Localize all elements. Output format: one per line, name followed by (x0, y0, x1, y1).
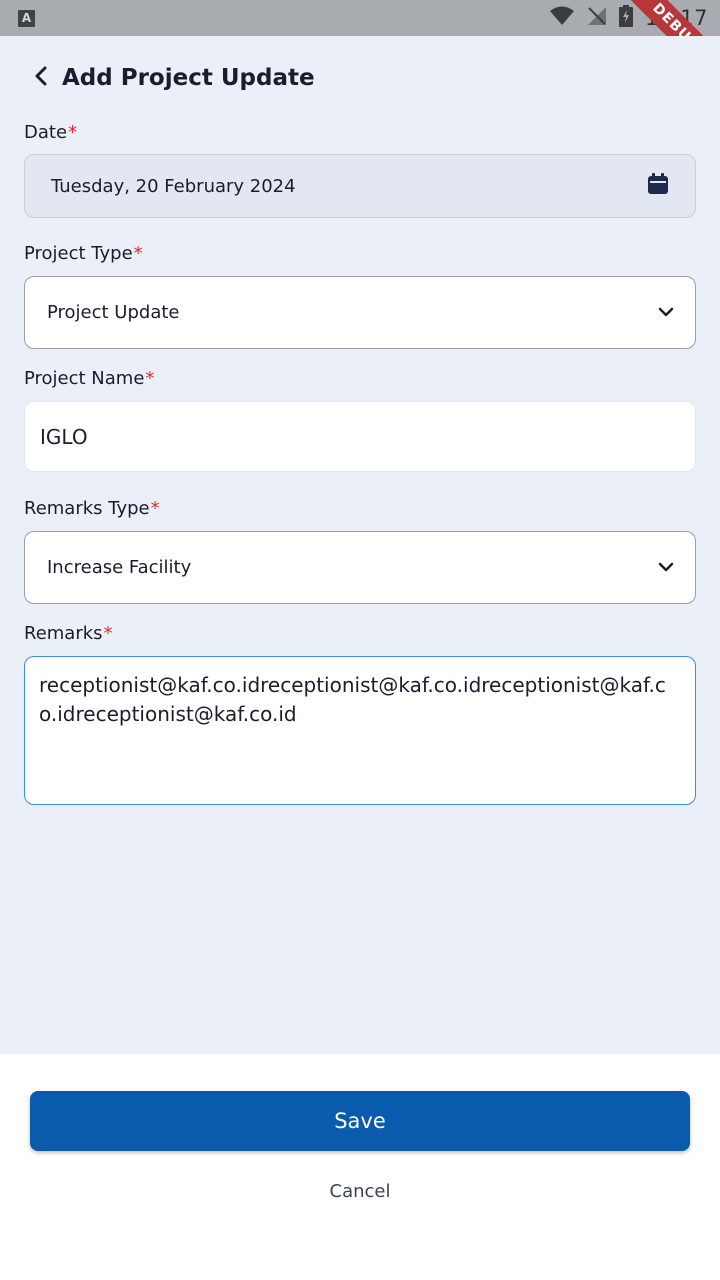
date-label-text: Date (24, 122, 68, 143)
project-name-label-text: Project Name (24, 368, 145, 389)
chevron-left-icon (34, 66, 48, 90)
remarks-label-text: Remarks (24, 623, 103, 644)
wifi-icon (549, 6, 575, 30)
app-bar: Add Project Update (0, 36, 720, 120)
project-type-label: Project Type* (24, 243, 143, 264)
remarks-type-value: Increase Facility (47, 557, 192, 578)
calendar-icon[interactable] (647, 173, 669, 199)
remarks-value: receptionist@kaf.co.idreceptionist@kaf.c… (39, 673, 666, 726)
project-name-input[interactable]: IGLO (24, 401, 696, 472)
page-title: Add Project Update (62, 65, 315, 91)
date-value: Tuesday, 20 February 2024 (51, 175, 296, 197)
save-button[interactable]: Save (30, 1091, 690, 1151)
app-notification-icon: A (18, 9, 35, 27)
required-mark: * (68, 122, 78, 143)
remarks-type-select[interactable]: Increase Facility (24, 531, 696, 604)
date-picker-field[interactable]: Tuesday, 20 February 2024 (24, 154, 696, 218)
date-label: Date* (24, 122, 77, 143)
remarks-textarea[interactable]: receptionist@kaf.co.idreceptionist@kaf.c… (24, 656, 696, 805)
chevron-down-icon (657, 303, 675, 322)
required-mark: * (145, 368, 155, 389)
remarks-label: Remarks* (24, 623, 113, 644)
project-name-label: Project Name* (24, 368, 154, 389)
back-button[interactable] (30, 66, 52, 90)
required-mark: * (150, 498, 160, 519)
no-signal-icon (587, 6, 607, 30)
project-type-label-text: Project Type (24, 243, 133, 264)
project-type-value: Project Update (47, 302, 180, 323)
remarks-type-label: Remarks Type* (24, 498, 160, 519)
required-mark: * (133, 243, 143, 264)
project-name-value: IGLO (40, 424, 88, 449)
project-type-select[interactable]: Project Update (24, 276, 696, 349)
chevron-down-icon (657, 558, 675, 577)
required-mark: * (103, 623, 113, 644)
remarks-type-label-text: Remarks Type (24, 498, 150, 519)
bottom-action-panel: Save Cancel (0, 1054, 720, 1280)
cancel-button[interactable]: Cancel (260, 1172, 460, 1210)
status-bar: A 10:17 DEBUG (0, 0, 720, 36)
battery-charging-icon (618, 5, 633, 31)
